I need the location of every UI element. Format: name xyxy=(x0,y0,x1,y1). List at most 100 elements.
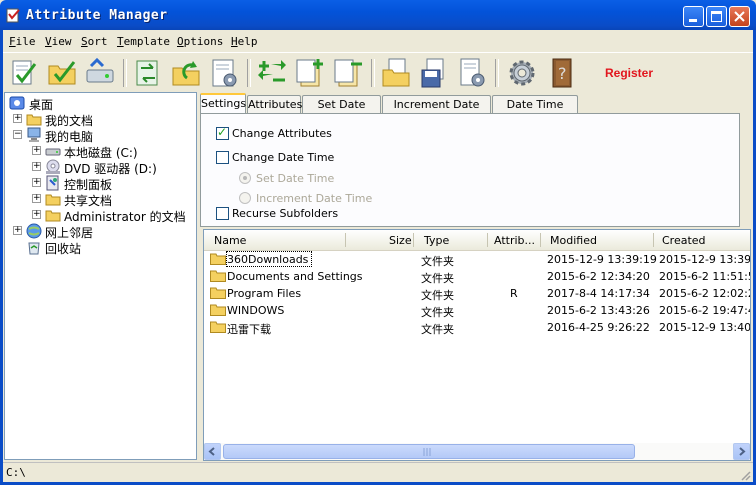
tab-set-date-time[interactable]: Set Date Time xyxy=(302,95,381,124)
tree-item-label: 我的文档 xyxy=(45,114,94,128)
file-row[interactable]: Program Files 文件夹 R 2017-8-4 14:17:34 20… xyxy=(204,285,750,302)
column-divider[interactable] xyxy=(413,233,414,247)
set-date-time-label: Set Date Time xyxy=(256,172,335,185)
column-divider[interactable] xyxy=(540,233,541,247)
properties-icon[interactable] xyxy=(207,56,241,90)
change-date-time-checkbox[interactable] xyxy=(216,151,229,164)
remove-template-icon[interactable] xyxy=(331,56,365,90)
menu-options[interactable]: Options xyxy=(177,35,223,48)
add-template-icon[interactable] xyxy=(293,56,327,90)
folder-tree: 桌面 + 我的文档 − 我的电脑 + 本地磁盘 (C:) + DVD 驱动器 (… xyxy=(4,92,197,460)
expand-icon[interactable]: + xyxy=(32,162,41,171)
scroll-thumb[interactable] xyxy=(223,444,635,459)
expand-icon[interactable]: + xyxy=(32,194,41,203)
recurse-subfolders-label[interactable]: Recurse Subfolders xyxy=(232,207,338,220)
menu-view-mnemonic: V xyxy=(45,35,52,48)
menu-view-label: iew xyxy=(51,35,72,48)
minimize-button[interactable] xyxy=(683,6,704,27)
file-created: 2015-12-9 13:39:19 xyxy=(659,253,751,266)
menu-options-label: ptions xyxy=(183,35,224,48)
folder-icon xyxy=(45,194,61,206)
file-modified: 2015-6-2 13:43:26 xyxy=(547,304,650,317)
column-divider[interactable] xyxy=(345,233,346,247)
status-path: C:\ xyxy=(6,466,26,479)
close-button[interactable] xyxy=(729,6,750,27)
expand-icon[interactable]: + xyxy=(13,226,22,235)
menu-options-mnemonic: O xyxy=(177,35,184,48)
column-divider[interactable] xyxy=(487,233,488,247)
expand-icon[interactable]: + xyxy=(32,146,41,155)
tab-settings[interactable]: Settings xyxy=(200,93,246,114)
expand-icon[interactable]: + xyxy=(32,210,41,219)
apply-icon[interactable] xyxy=(131,56,165,90)
expand-icon[interactable]: + xyxy=(32,178,41,187)
scroll-right-button[interactable] xyxy=(733,443,750,460)
tab-increment-date-time[interactable]: Increment Date Time xyxy=(382,95,491,124)
menu-file[interactable]: File xyxy=(9,35,36,48)
file-list: Name Size Type Attrib... Modified Create… xyxy=(203,229,751,461)
options-gear-icon[interactable] xyxy=(505,56,539,90)
change-attributes-checkbox[interactable] xyxy=(216,125,229,140)
settings-file-icon[interactable] xyxy=(455,56,489,90)
file-type: 文件夹 xyxy=(421,323,454,336)
refresh-icon[interactable] xyxy=(169,56,203,90)
tree-item-label: 本地磁盘 (C:) xyxy=(64,146,138,160)
desktop-icon xyxy=(9,96,25,110)
column-divider[interactable] xyxy=(653,233,654,247)
change-attributes-label[interactable]: Change Attributes xyxy=(232,127,332,140)
menu-sort-mnemonic: S xyxy=(81,35,88,48)
menu-template[interactable]: Template xyxy=(117,35,170,48)
recurse-subfolders-checkbox[interactable] xyxy=(216,207,229,220)
menu-help-label: elp xyxy=(237,35,258,48)
tab-attributes[interactable]: Attributes xyxy=(247,95,302,113)
toolbar-separator xyxy=(123,59,127,87)
column-header-type[interactable]: Type xyxy=(424,234,449,247)
grip-lines-icon xyxy=(423,448,431,456)
register-link[interactable]: Register xyxy=(605,66,653,80)
file-row[interactable]: 迅雷下载 文件夹 2016-4-25 9:26:22 2015-12-9 13:… xyxy=(204,319,750,336)
resize-grip-icon[interactable] xyxy=(739,469,751,481)
check-drive-icon[interactable] xyxy=(83,56,117,90)
horizontal-scrollbar[interactable] xyxy=(204,443,750,460)
scroll-left-button[interactable] xyxy=(204,443,221,460)
toolbar: ? Register xyxy=(3,52,753,93)
tab-date-time-mask[interactable]: Date Time Mask xyxy=(492,95,578,124)
file-type: 文件夹 xyxy=(421,255,454,268)
file-row[interactable]: 360Downloads 文件夹 2015-12-9 13:39:19 2015… xyxy=(204,251,751,268)
column-header-modified[interactable]: Modified xyxy=(550,234,597,247)
tree-item-label: DVD 驱动器 (D:) xyxy=(64,162,157,176)
set-date-time-radio[interactable] xyxy=(239,172,251,184)
help-book-icon[interactable]: ? xyxy=(545,56,579,90)
file-row[interactable]: WINDOWS 文件夹 2015-6-2 13:43:26 2015-6-2 1… xyxy=(204,302,750,319)
column-header-size[interactable]: Size xyxy=(389,234,412,247)
increment-date-time-radio[interactable] xyxy=(239,192,251,204)
column-header-attrib[interactable]: Attrib... xyxy=(494,234,535,247)
menu-view[interactable]: View xyxy=(45,35,72,48)
check-folder-icon[interactable] xyxy=(45,56,79,90)
file-modified: 2015-12-9 13:39:19 xyxy=(547,253,657,266)
increment-date-time-label: Increment Date Time xyxy=(256,192,373,205)
app-icon xyxy=(6,8,20,23)
open-icon[interactable] xyxy=(379,56,413,90)
check-files-icon[interactable] xyxy=(7,56,41,90)
column-header-name[interactable]: Name xyxy=(214,234,246,247)
menu-sort[interactable]: Sort xyxy=(81,35,108,48)
file-row[interactable]: Documents and Settings 文件夹 2015-6-2 12:3… xyxy=(204,268,750,285)
folder-icon xyxy=(210,270,226,282)
expand-icon[interactable]: + xyxy=(13,114,22,123)
column-header-created[interactable]: Created xyxy=(662,234,706,247)
collapse-icon[interactable]: − xyxy=(13,130,22,139)
file-type: 文件夹 xyxy=(421,272,454,285)
maximize-button[interactable] xyxy=(706,6,727,27)
settings-panel: Change Attributes Change Date Time Set D… xyxy=(200,113,740,227)
file-attrib: R xyxy=(510,287,518,300)
folder-icon xyxy=(210,304,226,316)
change-date-time-label[interactable]: Change Date Time xyxy=(232,151,334,164)
save-icon[interactable] xyxy=(417,56,451,90)
menu-help[interactable]: Help xyxy=(231,35,258,48)
file-name: WINDOWS xyxy=(227,304,285,317)
file-created: 2015-6-2 11:51:53 xyxy=(659,270,750,283)
add-remove-icon[interactable] xyxy=(255,56,289,90)
menu-template-mnemonic: T xyxy=(117,35,124,48)
tree-item-label: Administrator 的文档 xyxy=(64,210,186,224)
